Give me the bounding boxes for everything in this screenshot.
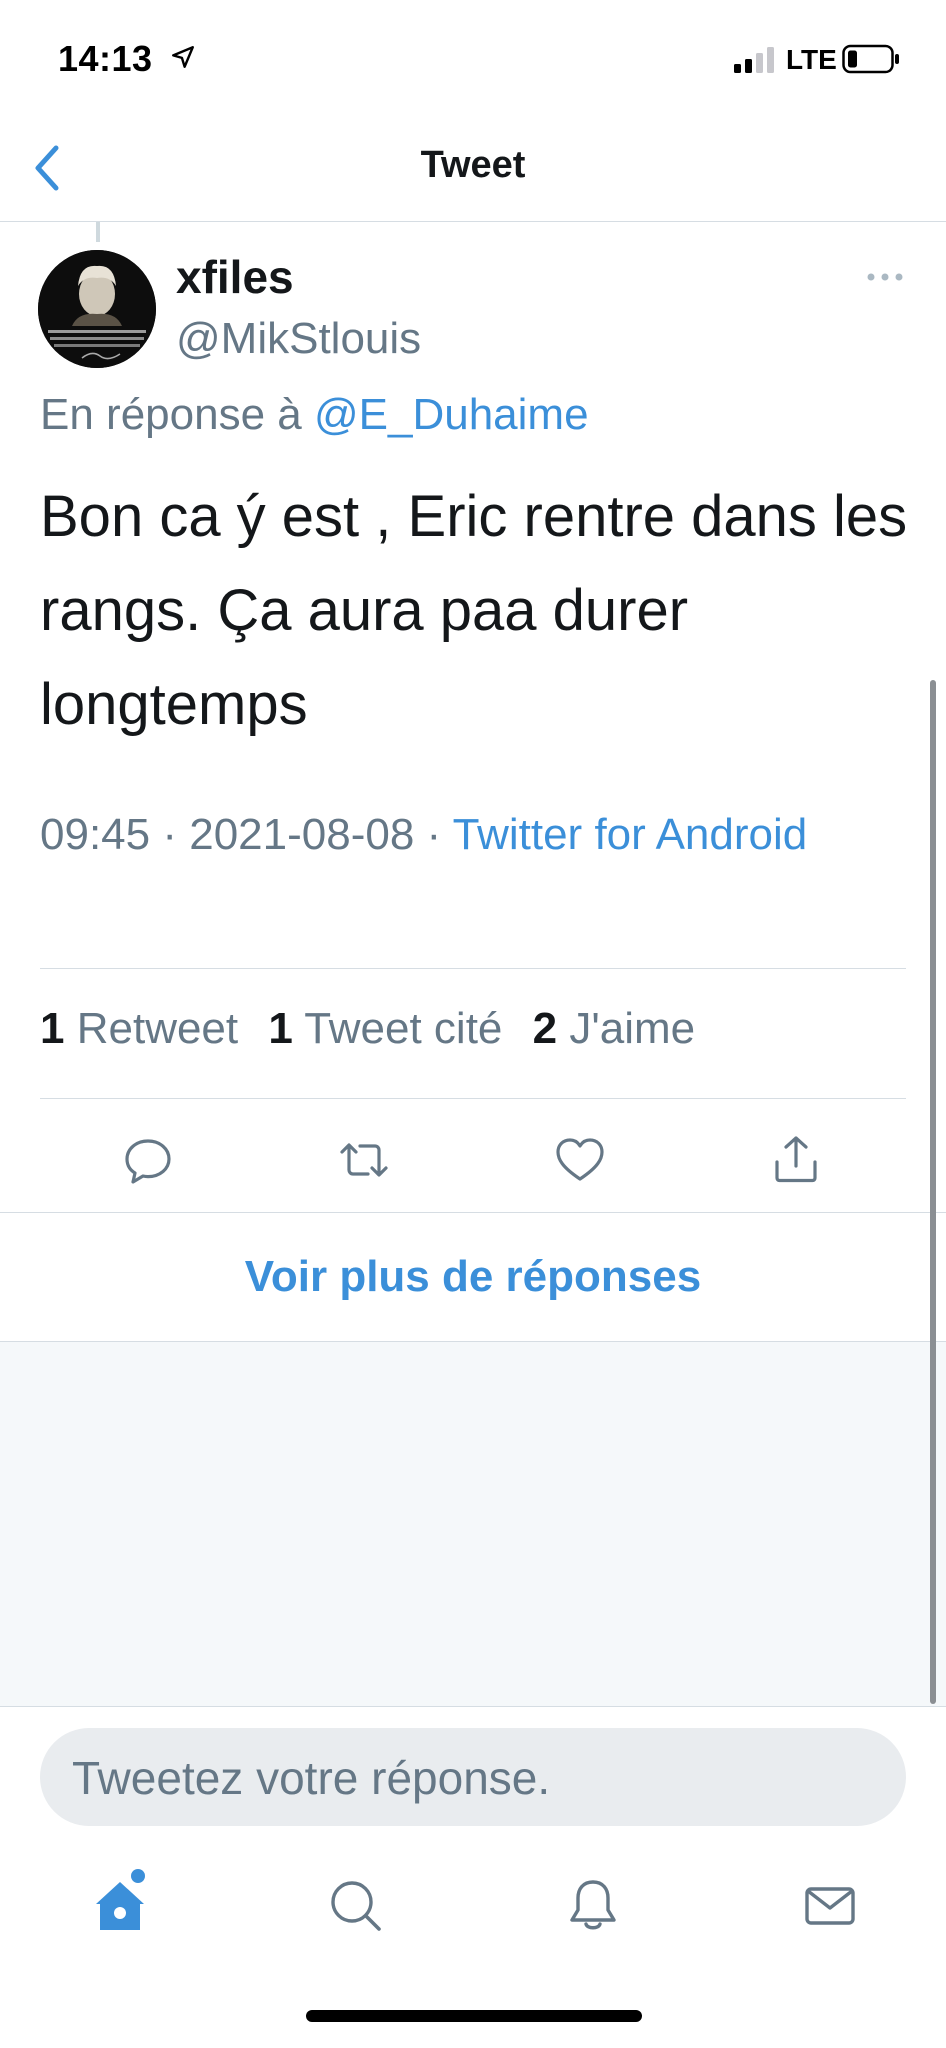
- thread-connector-line: [96, 222, 100, 242]
- quotes-stat[interactable]: 1 Tweet cité: [268, 1004, 502, 1053]
- bell-icon[interactable]: [563, 1876, 623, 1936]
- divider: [0, 1706, 946, 1707]
- more-options-icon[interactable]: [866, 270, 904, 284]
- divider: [40, 1098, 906, 1099]
- reply-to-line: En réponse à @E_Duhaime: [40, 390, 589, 440]
- meta-separator: ·: [162, 810, 177, 859]
- signal-strength-icon: [734, 47, 774, 73]
- tweet-date: 2021-08-08: [189, 810, 415, 859]
- retweets-label: Retweet: [76, 1004, 239, 1053]
- page-title: Tweet: [420, 144, 526, 186]
- battery-icon: [842, 44, 899, 74]
- reply-mention-link[interactable]: @E_Duhaime: [314, 390, 589, 439]
- meta-separator: ·: [426, 810, 442, 859]
- notification-dot: [131, 1869, 145, 1883]
- home-icon[interactable]: [90, 1876, 150, 1936]
- location-arrow-icon: [172, 46, 194, 68]
- likes-count: 2: [532, 1004, 558, 1053]
- author-name[interactable]: xfiles: [176, 250, 294, 304]
- quotes-count: 1: [268, 1004, 293, 1053]
- retweets-stat[interactable]: 1 Retweet: [40, 1004, 238, 1053]
- see-more-replies-button[interactable]: Voir plus de réponses: [0, 1213, 946, 1341]
- reply-to-prefix: En réponse à: [40, 390, 302, 439]
- reply-icon[interactable]: [120, 1132, 176, 1188]
- divider: [40, 968, 906, 969]
- tweet-time: 09:45: [40, 810, 151, 859]
- empty-replies-area: [0, 1342, 946, 1706]
- like-heart-icon[interactable]: [552, 1132, 608, 1188]
- share-icon[interactable]: [768, 1132, 824, 1188]
- tweet-meta: 09:45 · 2021-08-08 · Twitter for Android: [40, 802, 900, 868]
- tweet-stats: 1 Retweet 1 Tweet cité 2 J'aime: [40, 1004, 695, 1054]
- scrollbar[interactable]: [930, 680, 936, 1704]
- tweet-text: Bon ca ý est , Eric rentre dans les rang…: [40, 484, 908, 737]
- reply-input[interactable]: [70, 1728, 854, 1828]
- tweet-source-link[interactable]: Twitter for Android: [453, 810, 808, 859]
- nav-divider: [0, 221, 946, 222]
- quotes-label: Tweet cité: [304, 1004, 503, 1053]
- likes-label: J'aime: [569, 1004, 696, 1053]
- network-type: LTE: [786, 44, 837, 75]
- reply-box[interactable]: [40, 1728, 906, 1828]
- status-time: 14:13: [58, 38, 153, 79]
- author-handle[interactable]: @MikStlouis: [176, 314, 421, 364]
- retweet-icon[interactable]: [336, 1132, 392, 1188]
- search-icon[interactable]: [326, 1876, 386, 1936]
- likes-stat[interactable]: 2 J'aime: [533, 1004, 696, 1053]
- avatar[interactable]: [38, 250, 156, 368]
- retweets-count: 1: [40, 1004, 65, 1053]
- home-indicator: [306, 2010, 642, 2022]
- mail-icon[interactable]: [800, 1876, 860, 1936]
